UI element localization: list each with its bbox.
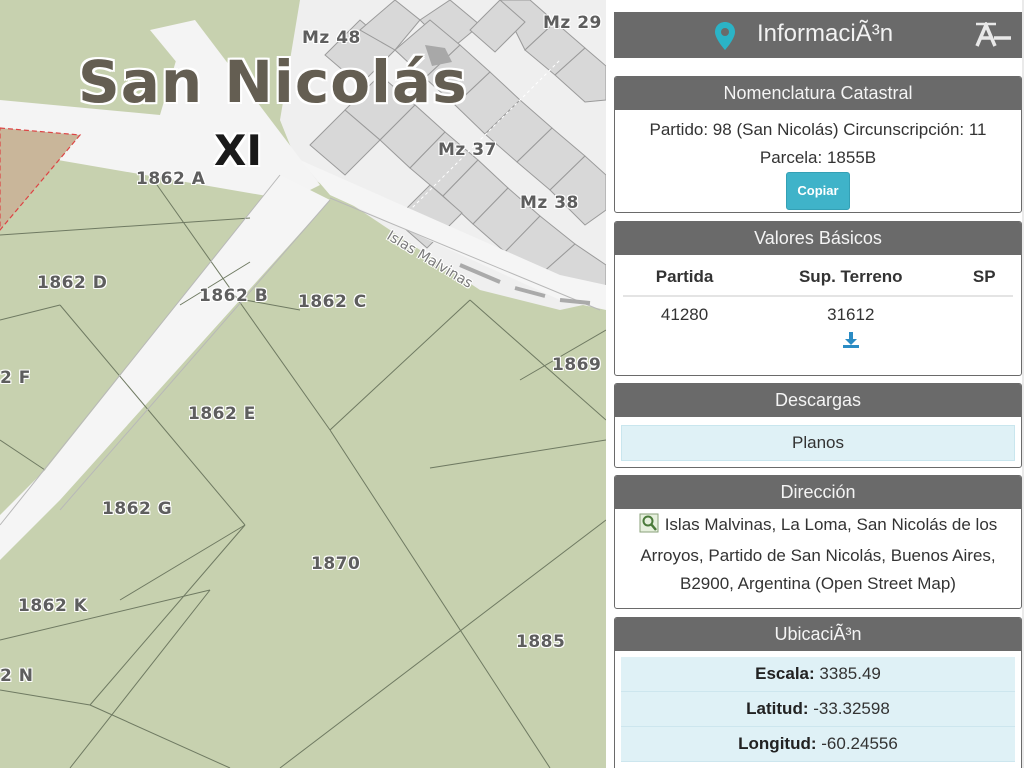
descargas-section: Descargas Planos — [614, 383, 1022, 468]
copy-button[interactable]: Copiar — [786, 172, 850, 210]
map-parcel-label: 2 F — [0, 368, 31, 388]
collapse-icon[interactable] — [974, 20, 1012, 53]
cadastral-map[interactable]: San Nicolás XI Islas Malvinas Mz 48 Mz 2… — [0, 0, 606, 768]
column-header: Partida — [623, 257, 747, 297]
ubicacion-section: UbicaciÃ³n Escala: 3385.49 Latitud: -33.… — [614, 617, 1022, 768]
map-block-label: Mz 38 — [520, 193, 579, 213]
direccion-section: Dirección Islas Malvinas, La Loma, San N… — [614, 475, 1022, 609]
table-row: 41280 31612 — [623, 296, 1013, 329]
map-block-label: Mz 48 — [302, 28, 361, 48]
ubicacion-row-longitud: Longitud: -60.24556 — [621, 727, 1015, 762]
map-parcel-label: 1862 C — [298, 292, 367, 312]
map-section-label: XI — [214, 126, 263, 175]
valores-section: Valores Básicos Partida Sup. Terreno SP … — [614, 221, 1022, 376]
map-parcel-label: 1862 G — [102, 499, 173, 519]
sp-value — [955, 296, 1013, 329]
info-panel: InformaciÃ³n Nomenclatura Catastral Part… — [606, 0, 1024, 768]
escala-value: 3385.49 — [819, 664, 881, 683]
download-icon[interactable] — [842, 332, 860, 353]
map-parcel-label: 1870 — [311, 554, 361, 574]
superficie-value: 31612 — [827, 305, 875, 324]
nomenclatura-line2: Parcela: 1855B — [759, 148, 877, 167]
valores-table: Partida Sup. Terreno SP 41280 31612 — [623, 257, 1013, 358]
latitud-value: -33.32598 — [813, 699, 890, 718]
address-text: Islas Malvinas, La Loma, San Nicolás de … — [640, 515, 998, 593]
nomenclatura-section: Nomenclatura Catastral Partido: 98 (San … — [614, 76, 1022, 213]
map-parcel-label: 2 N — [0, 666, 34, 686]
longitud-value: -60.24556 — [821, 734, 898, 753]
column-header: Sup. Terreno — [746, 257, 956, 297]
escala-label: Escala: — [755, 664, 815, 683]
valores-heading: Valores Básicos — [615, 222, 1021, 255]
map-pin-icon — [714, 21, 736, 56]
map-parcel-label: 1862 K — [18, 596, 88, 616]
direccion-heading: Dirección — [615, 476, 1021, 509]
descargas-heading: Descargas — [615, 384, 1021, 417]
map-city-title: San Nicolás — [78, 48, 468, 116]
map-block-label: Mz 29 — [543, 13, 602, 33]
map-parcel-label: 1885 — [516, 632, 566, 652]
info-panel-title: InformaciÃ³n — [757, 20, 894, 47]
ubicacion-heading: UbicaciÃ³n — [615, 618, 1021, 651]
map-parcel-label: 1862 D — [37, 273, 108, 293]
map-block-label: Mz 37 — [438, 140, 497, 160]
latitud-label: Latitud: — [746, 699, 809, 718]
map-parcel-label: 1862 B — [199, 286, 269, 306]
nomenclatura-line1: Partido: 98 (San Nicolás) Circunscripció… — [649, 120, 987, 139]
map-parcel-label: 1862 A — [136, 169, 206, 189]
info-panel-header: InformaciÃ³n — [614, 12, 1022, 58]
partida-value: 41280 — [660, 305, 709, 324]
longitud-label: Longitud: — [738, 734, 817, 753]
ubicacion-row-latitud: Latitud: -33.32598 — [621, 692, 1015, 727]
map-parcel-label: 1862 E — [188, 404, 256, 424]
column-header: SP — [955, 257, 1013, 297]
search-map-icon[interactable] — [639, 513, 659, 542]
ubicacion-row-escala: Escala: 3385.49 — [621, 657, 1015, 692]
nomenclatura-heading: Nomenclatura Catastral — [615, 77, 1021, 110]
planos-button[interactable]: Planos — [621, 425, 1015, 461]
map-parcel-label: 1869 — [552, 355, 602, 375]
